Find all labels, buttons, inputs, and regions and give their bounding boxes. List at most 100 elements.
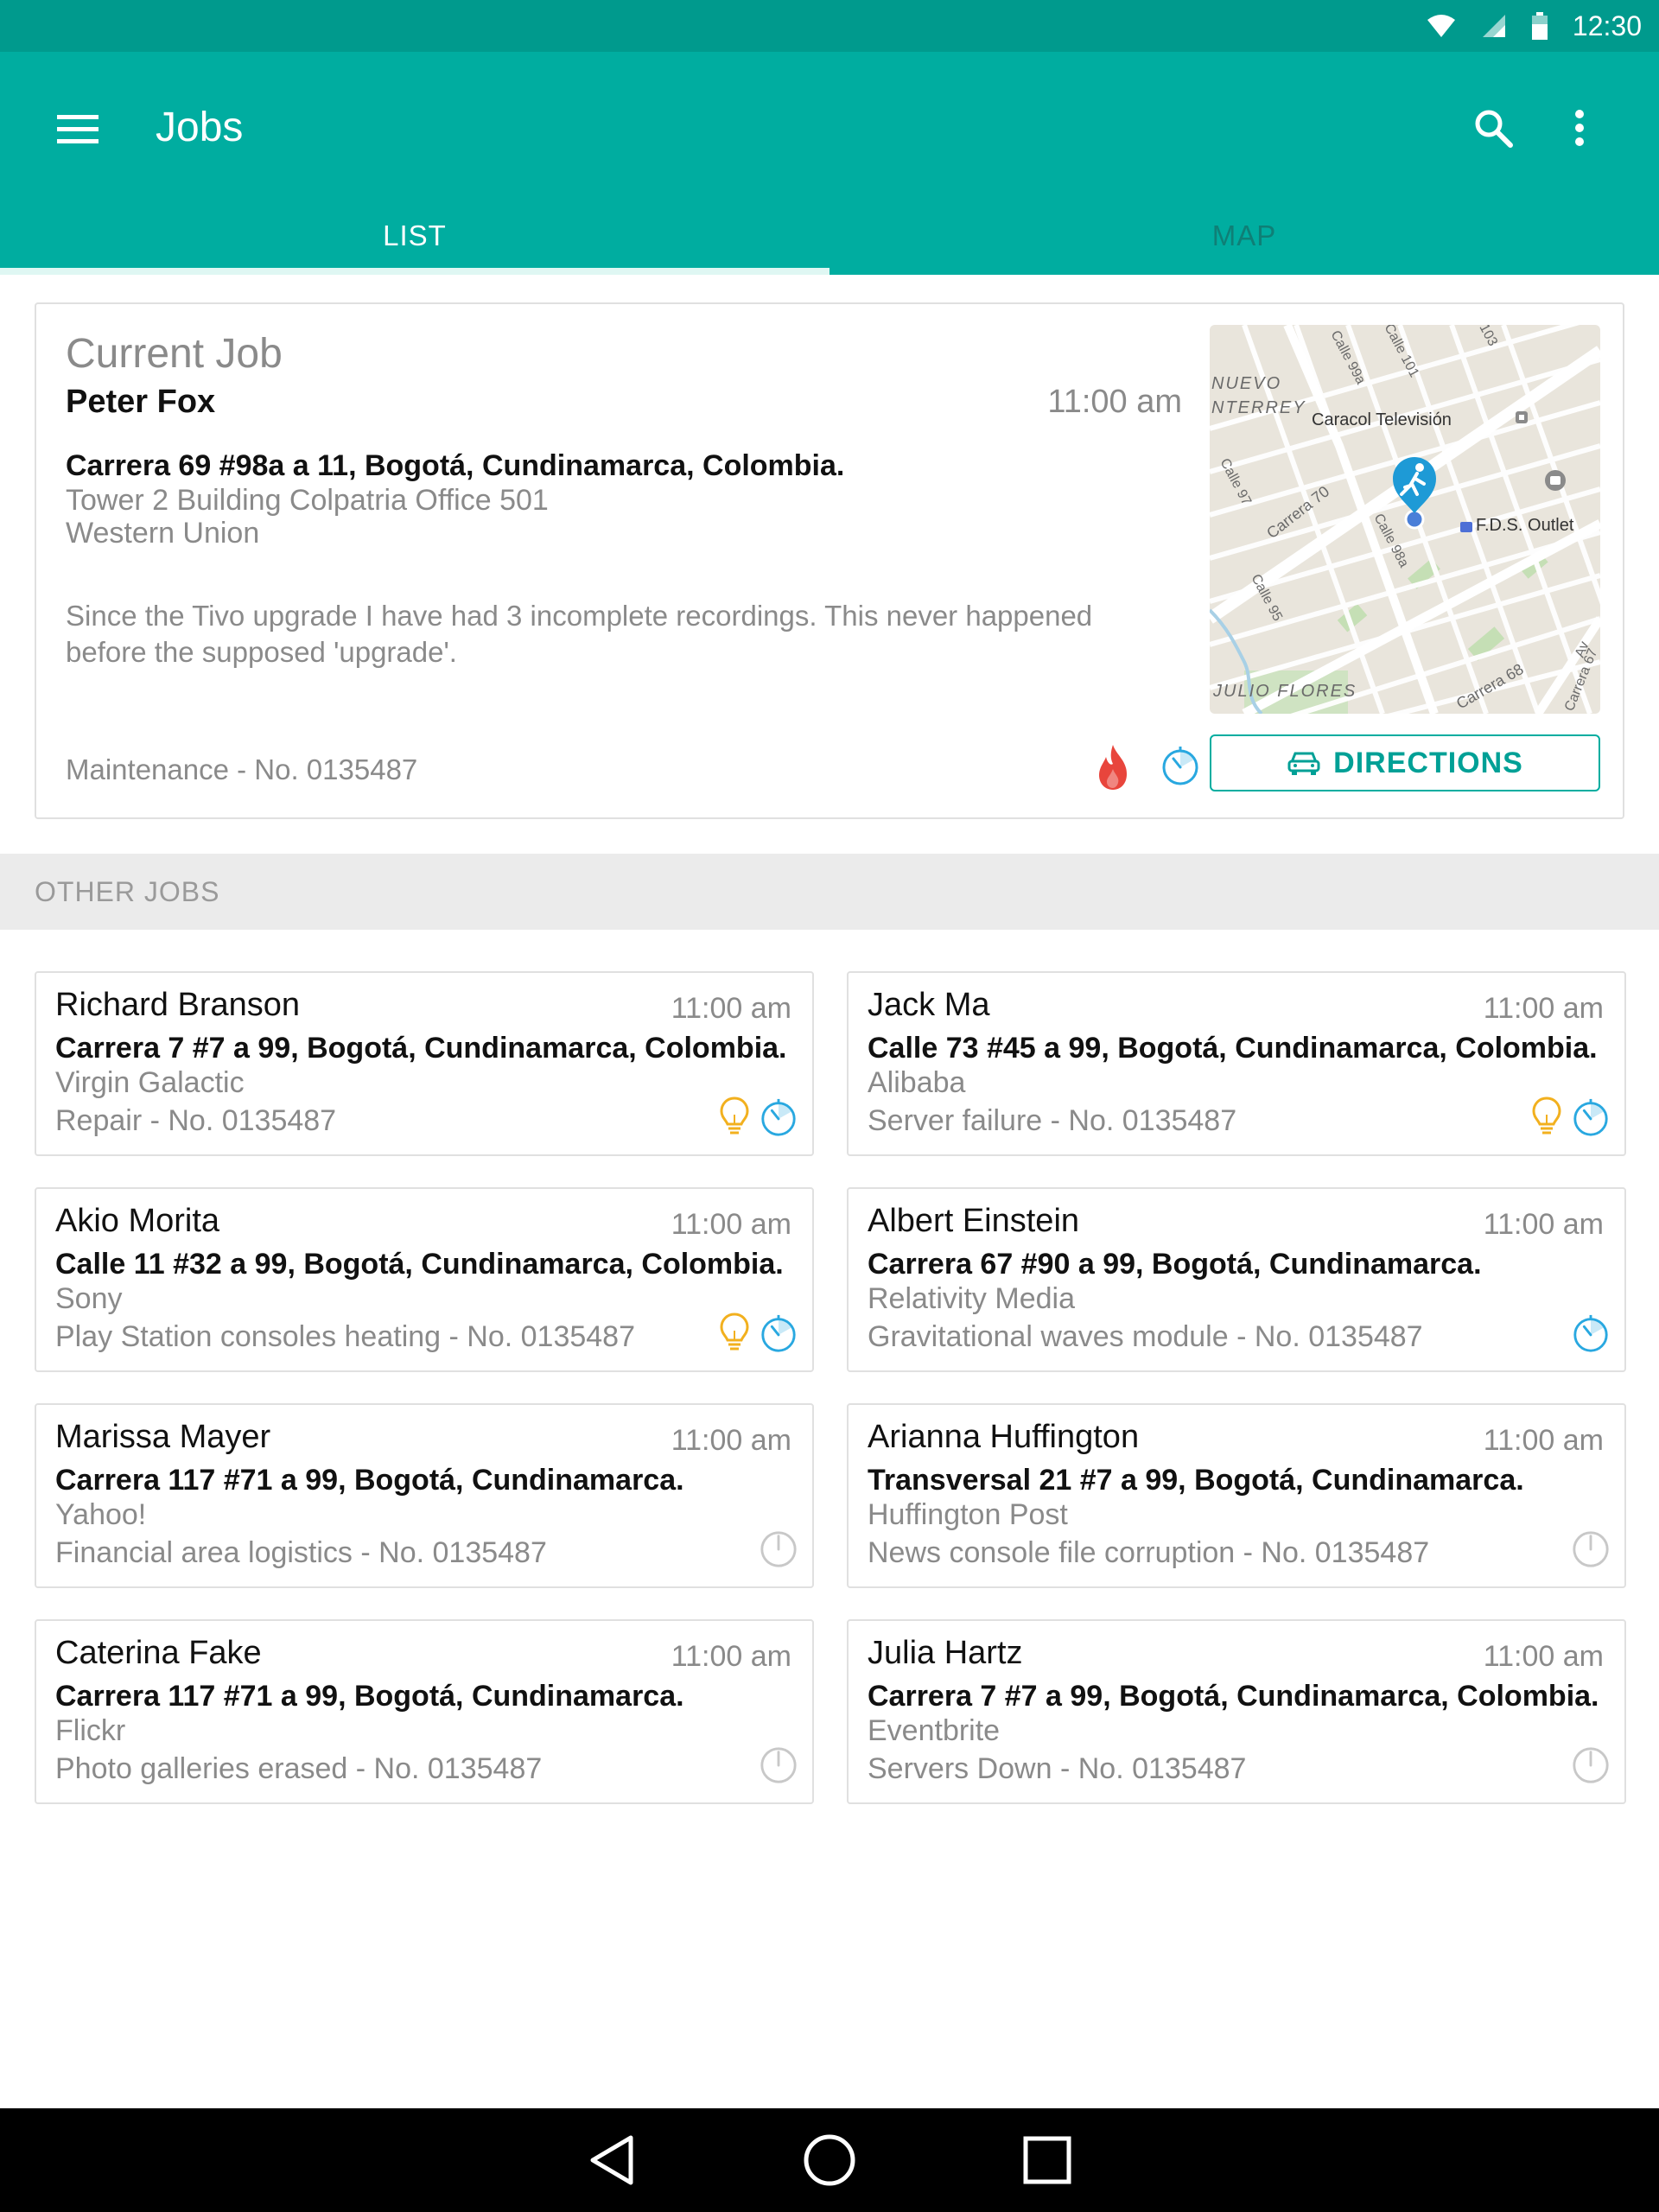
lightbulb-icon: [720, 1313, 749, 1351]
job-time: 11:00 am: [671, 1640, 791, 1673]
search-icon: [1475, 110, 1513, 148]
job-type: Repair - No. 0135487: [55, 1104, 337, 1137]
directions-button[interactable]: DIRECTIONS: [1210, 734, 1600, 791]
timer-icon: [761, 1314, 796, 1352]
menu-button[interactable]: [50, 102, 105, 157]
job-type: Server failure - No. 0135487: [868, 1104, 1237, 1137]
job-card[interactable]: Albert Einstein 11:00 am Carrera 67 #90 a …: [847, 1187, 1626, 1372]
job-address: Transversal 21 #7 a 99, Bogotá, Cundinam…: [868, 1464, 1524, 1497]
job-address: Calle 73 #45 a 99, Bogotá, Cundinamarca,…: [868, 1032, 1598, 1065]
current-job-heading: Current Job: [66, 331, 283, 377]
job-type: News console file corruption - No. 01354…: [868, 1536, 1430, 1569]
car-icon: [1287, 752, 1320, 775]
job-card[interactable]: Richard Branson 11:00 am Carrera 7 #7 a 99…: [35, 971, 814, 1156]
search-button[interactable]: [1465, 100, 1521, 156]
job-card[interactable]: Julia Hartz 11:00 am Carrera 7 #7 a 99, Bo…: [847, 1619, 1626, 1804]
job-address: Carrera 117 #71 a 99, Bogotá, Cundinamar…: [55, 1464, 684, 1497]
lightbulb-icon: [720, 1096, 749, 1135]
other-jobs-title: OTHER JOBS: [35, 876, 220, 907]
job-customer-name: Marissa Mayer: [55, 1419, 271, 1455]
job-time: 11:00 am: [1483, 1640, 1604, 1673]
signal-icon: [1482, 15, 1505, 37]
current-job-type: Maintenance - No. 0135487: [66, 753, 418, 785]
job-customer-name: Richard Branson: [55, 987, 301, 1023]
job-type: Play Station consoles heating - No. 0135…: [55, 1320, 636, 1353]
job-customer-name: Julia Hartz: [868, 1635, 1023, 1671]
map-thumbnail[interactable]: NUEVO NTERREY Caracol Televisión F.D.S. …: [1210, 325, 1600, 714]
job-company: Sony: [55, 1282, 123, 1315]
menu-icon: [57, 115, 99, 143]
job-time: 11:00 am: [671, 1424, 791, 1457]
back-icon: [590, 2135, 633, 2185]
job-company: Huffington Post: [868, 1498, 1068, 1531]
job-customer-name: Akio Morita: [55, 1203, 220, 1239]
current-job-card[interactable]: Current Job Peter Fox 11:00 am Carrera 6…: [35, 302, 1624, 819]
directions-label: DIRECTIONS: [1333, 746, 1523, 779]
timer-icon: [1573, 1531, 1609, 1567]
job-customer-name: Albert Einstein: [868, 1203, 1080, 1239]
svg-text:F.D.S. Outlet: F.D.S. Outlet: [1476, 516, 1574, 535]
recents-button[interactable]: [1013, 2126, 1082, 2195]
lightbulb-icon: [1532, 1096, 1561, 1135]
job-time: 11:00 am: [1483, 1424, 1604, 1457]
job-card[interactable]: Arianna Huffington 11:00 am Transversal 21…: [847, 1403, 1626, 1588]
job-company: Alibaba: [868, 1066, 966, 1099]
status-time: 12:30: [1572, 10, 1642, 41]
tab-indicator: [0, 268, 830, 275]
job-company: Yahoo!: [55, 1498, 147, 1531]
current-job-customer: Peter Fox: [66, 384, 216, 420]
navigation-bar: [0, 2108, 1659, 2212]
job-customer-name: Jack Ma: [868, 987, 990, 1023]
job-address: Carrera 7 #7 a 99, Bogotá, Cundinamarca,…: [868, 1680, 1599, 1713]
other-jobs-header: OTHER JOBS: [0, 854, 1659, 930]
job-address: Calle 11 #32 a 99, Bogotá, Cundinamarca,…: [55, 1248, 784, 1281]
more-vert-icon: [1575, 110, 1584, 146]
job-address: Carrera 67 #90 a 99, Bogotá, Cundinamarc…: [868, 1248, 1482, 1281]
job-card[interactable]: Akio Morita 11:00 am Calle 11 #32 a 99, Bo…: [35, 1187, 814, 1372]
timer-icon: [1162, 747, 1198, 785]
job-time: 11:00 am: [671, 992, 791, 1025]
recents-icon: [1023, 2136, 1071, 2184]
status-bar: 12:30: [0, 0, 1659, 52]
job-customer-name: Caterina Fake: [55, 1635, 262, 1671]
job-customer-name: Arianna Huffington: [868, 1419, 1140, 1455]
svg-text:NTERREY: NTERREY: [1211, 398, 1306, 417]
app-bar: Jobs LIST MAP: [0, 52, 1659, 275]
job-time: 11:00 am: [671, 1208, 791, 1241]
job-company: Flickr: [55, 1714, 126, 1747]
tab-list[interactable]: LIST: [0, 197, 830, 275]
overflow-menu-button[interactable]: [1555, 100, 1604, 156]
wifi-icon: [1427, 15, 1455, 37]
current-job-time: 11:00 am: [1047, 384, 1182, 420]
job-time: 11:00 am: [1483, 1208, 1604, 1241]
job-type: Gravitational waves module - No. 0135487: [868, 1320, 1423, 1353]
job-company: Eventbrite: [868, 1714, 1001, 1747]
home-icon: [804, 2134, 855, 2186]
job-card[interactable]: Marissa Mayer 11:00 am Carrera 117 #71 a 9…: [35, 1403, 814, 1588]
flame-icon: [1099, 745, 1127, 790]
svg-text:JULIO FLORES: JULIO FLORES: [1212, 682, 1357, 701]
svg-text:Caracol Televisión: Caracol Televisión: [1312, 410, 1452, 429]
tab-map[interactable]: MAP: [830, 197, 1659, 275]
job-card[interactable]: Jack Ma 11:00 am Calle 73 #45 a 99, Bogotá…: [847, 971, 1626, 1156]
current-job-company: Western Union: [66, 517, 260, 550]
job-type: Servers Down - No. 0135487: [868, 1752, 1247, 1785]
job-address: Carrera 117 #71 a 99, Bogotá, Cundinamar…: [55, 1680, 684, 1713]
job-company: Relativity Media: [868, 1282, 1075, 1315]
job-type: Photo galleries erased - No. 0135487: [55, 1752, 543, 1785]
current-job-address: Carrera 69 #98a a 11, Bogotá, Cundinamar…: [66, 449, 845, 482]
job-card[interactable]: Caterina Fake 11:00 am Carrera 117 #71 a 9…: [35, 1619, 814, 1804]
back-button[interactable]: [577, 2126, 646, 2195]
status-icons: 12:30: [1426, 0, 1659, 52]
job-time: 11:00 am: [1483, 992, 1604, 1025]
page-title: Jobs: [156, 105, 244, 150]
job-type: Financial area logistics - No. 0135487: [55, 1536, 547, 1569]
current-job-description: Since the Tivo upgrade I have had 3 inco…: [66, 600, 1093, 668]
timer-icon: [760, 1531, 797, 1567]
home-button[interactable]: [795, 2126, 864, 2195]
current-job-location: Tower 2 Building Colpatria Office 501: [66, 484, 549, 517]
battery-icon: [1531, 12, 1548, 40]
timer-icon: [1573, 1098, 1608, 1136]
map-graphic: NUEVO NTERREY Caracol Televisión F.D.S. …: [1210, 325, 1600, 714]
timer-icon: [761, 1098, 796, 1136]
